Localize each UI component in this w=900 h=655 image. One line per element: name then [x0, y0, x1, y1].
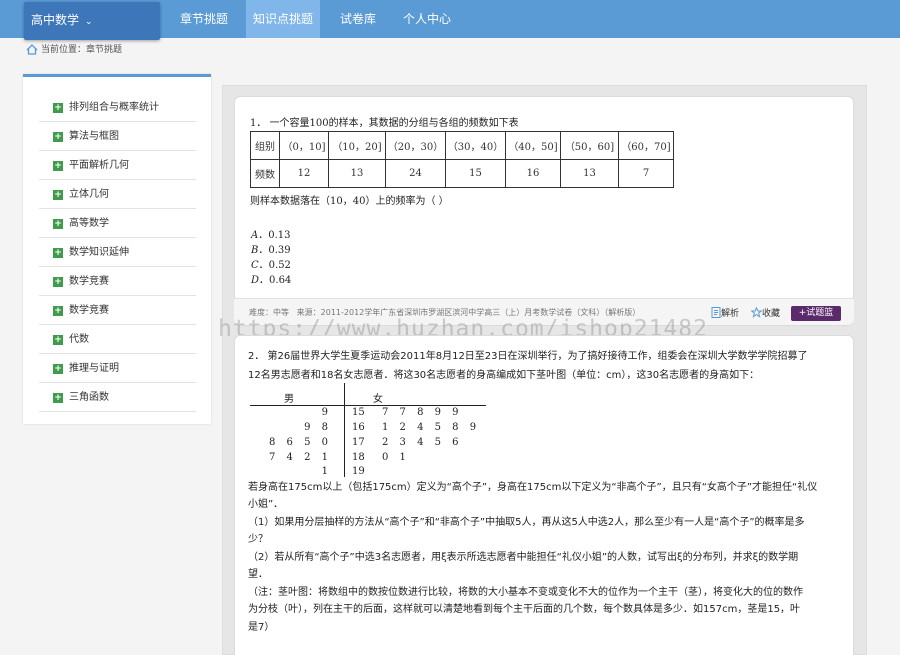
question-2-line: 为分枝（叶），列在主干的后面，这样就可以清楚地看到每个主干后面的几个数，每个数具… [248, 604, 801, 615]
table-cell: （40，50] [505, 131, 561, 160]
option-d: D．0.64 [251, 275, 292, 286]
home-icon[interactable] [26, 44, 38, 55]
stem-15: 15 [352, 407, 365, 418]
female-leaves-15: 7 7 8 9 9 [382, 407, 459, 418]
stem-leaf-header-line [250, 405, 486, 406]
subject-dropdown[interactable]: 高中数学 ⌄ [24, 2, 160, 40]
star-icon [750, 306, 763, 318]
plus-icon: + [53, 335, 63, 345]
table-cell: 15 [445, 159, 506, 188]
table-cell: （30，40） [445, 131, 506, 160]
female-leaves-18: 0 1 [382, 452, 406, 463]
sidebar-item-reasoning[interactable]: + 推理与证明 [39, 355, 196, 383]
plus-icon: + [53, 103, 63, 113]
sidebar-item-analytic-geometry[interactable]: + 平面解析几何 [39, 152, 196, 180]
sidebar-item-advanced-math[interactable]: + 高等数学 [39, 210, 196, 238]
plus-icon: + [53, 132, 63, 142]
table-cell: 12 [279, 159, 329, 188]
tab-personal-center[interactable]: 个人中心 [396, 0, 458, 38]
knowledge-sidebar: + 排列组合与概率统计 + 算法与框图 + 平面解析几何 + 立体几何 + 高等数学 + 数… [23, 74, 211, 424]
table-cell: 13 [328, 159, 386, 188]
question-2-line: 是7） [248, 622, 275, 633]
question-2-stem-line-2: 12名男志愿者和18名女志愿者．将这30名志愿者的身高编成如下茎叶图（单位：cm… [248, 370, 760, 381]
sidebar-item-competition[interactable]: + 数学竞赛 [39, 268, 196, 296]
male-leaves-19: 1 [321, 466, 328, 477]
question-2-line: （注：茎叶图：将数组中的数按位数进行比较，将数的大小基本不变或变化不大的位作为一… [248, 587, 803, 598]
plus-icon: + [53, 161, 63, 171]
question-2-line: 若身高在175cm以上（包括175cm）定义为“高个子”，身高在175cm以下定… [248, 482, 818, 493]
sidebar-item-competition-2[interactable]: + 数学竞赛 [39, 297, 196, 325]
question-2-line: （2）若从所有“高个子”中选3名志愿者，用ξ表示所选志愿者中能担任“礼仪小姐”的… [248, 552, 799, 563]
male-leaves-16: 9 8 [304, 422, 328, 433]
table-cell: （20，30） [385, 131, 446, 160]
female-leaves-16: 1 2 4 5 8 9 [382, 422, 477, 433]
plus-icon: + [53, 306, 63, 316]
sidebar-item-solid-geometry[interactable]: + 立体几何 [39, 181, 196, 209]
stem-16: 16 [352, 422, 365, 433]
breadcrumb: 当前位置：章节挑题 [26, 43, 122, 57]
stem-19: 19 [352, 466, 365, 477]
stem-17: 17 [352, 437, 365, 448]
sidebar-item-algorithms[interactable]: + 算法与框图 [39, 123, 196, 151]
male-leaves-17: 8 6 5 0 [269, 437, 328, 448]
stem-18: 18 [352, 452, 365, 463]
option-b: B．0.39 [251, 245, 291, 256]
table-row: 频数 12 13 24 15 16 13 7 [250, 159, 674, 188]
plus-icon: + [53, 190, 63, 200]
plus-icon: + [53, 364, 63, 374]
subject-label: 高中数学 [31, 13, 80, 27]
chevron-down-icon: ⌄ [85, 17, 93, 27]
table-cell: 频数 [250, 159, 280, 188]
sidebar-item-trigonometry[interactable]: + 三角函数 [39, 384, 196, 412]
question-2-line: 少？ [248, 534, 268, 545]
breadcrumb-label: 当前位置： [41, 45, 87, 55]
table-cell: （60，70] [618, 131, 674, 160]
male-leaves-18: 7 4 2 1 [269, 452, 328, 463]
sidebar-item-algebra[interactable]: + 代数 [39, 326, 196, 354]
frequency-table: 组别 （0，10] （10，20] （20，30） （30，40） （40，50… [250, 131, 674, 188]
tab-knowledge-select[interactable]: 知识点挑题 [246, 0, 320, 38]
plus-icon: + [53, 219, 63, 229]
question-2-line: （1）如果用分层抽样的方法从“高个子”和“非高个子”中抽取5人，再从这5人中选2… [248, 517, 805, 528]
plus-icon: + [53, 248, 63, 258]
table-cell: 13 [560, 159, 619, 188]
table-cell: 组别 [250, 131, 280, 160]
female-label: 女 [373, 394, 383, 405]
analysis-button[interactable]: 解析 [711, 306, 739, 319]
add-to-basket-button[interactable]: +试题篮 [791, 306, 841, 321]
favorite-button[interactable]: 收藏 [750, 306, 780, 319]
table-cell: 7 [618, 159, 674, 188]
table-cell: （10，20] [328, 131, 386, 160]
tab-chapter-select[interactable]: 章节挑题 [170, 0, 238, 38]
table-cell: 16 [505, 159, 561, 188]
question-2-line: 望． [248, 569, 268, 580]
table-cell: （0，10] [279, 131, 329, 160]
male-label: 男 [284, 394, 294, 405]
question-1-stem: 1． 一个容量100的样本，其数据的分组与各组的频数如下表 [250, 118, 519, 129]
female-leaves-17: 2 3 4 5 6 [382, 437, 459, 448]
question-1-prompt: 则样本数据落在（10，40）上的频率为（ ） [250, 196, 449, 207]
stem-leaf-divider [344, 383, 345, 477]
plus-icon: + [53, 277, 63, 287]
breadcrumb-current[interactable]: 章节挑题 [86, 45, 122, 55]
sidebar-item-combinatorics[interactable]: + 排列组合与概率统计 [39, 94, 196, 122]
option-c: C．0.52 [251, 260, 291, 271]
sidebar-item-extension[interactable]: + 数学知识延伸 [39, 239, 196, 267]
option-a: A．0.13 [251, 230, 291, 241]
question-2-stem-line-1: 2． 第26届世界大学生夏季运动会2011年8月12日至23日在深圳举行，为了搞… [248, 351, 808, 362]
question-2-line: 小姐”． [248, 499, 284, 510]
table-cell: （50，60] [560, 131, 619, 160]
table-cell: 24 [385, 159, 446, 188]
table-row: 组别 （0，10] （10，20] （20，30） （30，40） （40，50… [250, 131, 674, 160]
tab-exam-library[interactable]: 试卷库 [330, 0, 386, 38]
plus-icon: + [53, 393, 63, 403]
male-leaves-15: 9 [321, 407, 328, 418]
document-icon [711, 307, 721, 318]
